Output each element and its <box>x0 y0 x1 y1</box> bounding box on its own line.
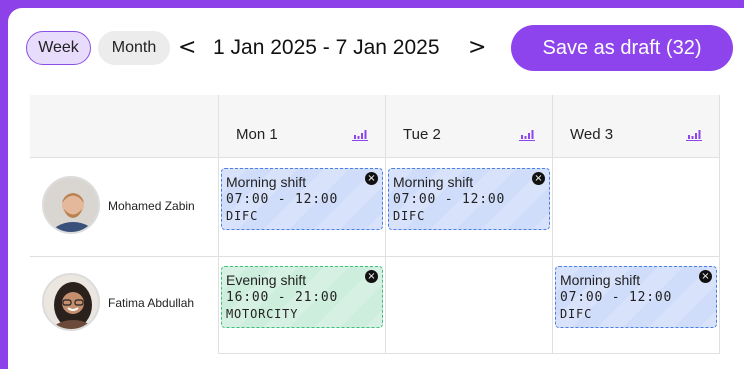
shift-hours: 07:00 - 12:00 <box>393 192 506 207</box>
week-view-button[interactable]: Week <box>26 31 91 65</box>
bar-chart-icon[interactable] <box>686 129 702 141</box>
avatar <box>42 176 100 234</box>
shift-card[interactable]: Morning shift 07:00 - 12:00 DIFC × <box>555 266 717 328</box>
schedule-grid: Mon 1 Tue 2 Wed 3 Mohamed Zabin Fatima A… <box>30 95 720 354</box>
day-header-wed: Wed 3 <box>570 126 614 143</box>
shift-hours: 07:00 - 12:00 <box>560 290 673 305</box>
grid-divider <box>552 95 553 354</box>
shift-hours: 16:00 - 21:00 <box>226 290 339 305</box>
shift-location: MOTORCITY <box>226 307 299 321</box>
employee-row: Mohamed Zabin <box>30 158 218 256</box>
shift-title: Evening shift <box>226 272 307 288</box>
month-view-button[interactable]: Month <box>98 31 170 65</box>
grid-header <box>30 95 720 158</box>
bar-chart-icon[interactable] <box>519 129 535 141</box>
close-icon[interactable]: × <box>532 172 545 185</box>
bar-chart-icon[interactable] <box>352 129 368 141</box>
shift-title: Morning shift <box>393 174 474 190</box>
close-icon[interactable]: × <box>365 270 378 283</box>
shift-location: DIFC <box>226 209 259 223</box>
date-range: 1 Jan 2025 - 7 Jan 2025 <box>213 36 440 59</box>
scheduler-card: Week Month < 1 Jan 2025 - 7 Jan 2025 > S… <box>8 8 744 369</box>
employee-row: Fatima Abdullah <box>30 256 218 354</box>
chevron-right-icon[interactable]: > <box>468 35 486 61</box>
shift-card[interactable]: Morning shift 07:00 - 12:00 DIFC × <box>388 168 550 230</box>
shift-card[interactable]: Evening shift 16:00 - 21:00 MOTORCITY × <box>221 266 383 328</box>
grid-divider <box>385 95 386 354</box>
day-header-tue: Tue 2 <box>403 126 441 143</box>
shift-title: Morning shift <box>560 272 641 288</box>
grid-divider <box>719 95 720 354</box>
save-draft-button[interactable]: Save as draft (32) <box>511 25 733 71</box>
shift-title: Morning shift <box>226 174 307 190</box>
shift-location: DIFC <box>393 209 426 223</box>
shift-hours: 07:00 - 12:00 <box>226 192 339 207</box>
close-icon[interactable]: × <box>699 270 712 283</box>
shift-location: DIFC <box>560 307 593 321</box>
grid-divider <box>218 95 219 354</box>
day-header-mon: Mon 1 <box>236 126 278 143</box>
avatar <box>42 273 100 331</box>
shift-card[interactable]: Morning shift 07:00 - 12:00 DIFC × <box>221 168 383 230</box>
chevron-left-icon[interactable]: < <box>178 35 196 61</box>
employee-name: Fatima Abdullah <box>108 296 195 310</box>
employee-name: Mohamed Zabin <box>108 199 195 213</box>
close-icon[interactable]: × <box>365 172 378 185</box>
grid-divider <box>218 353 720 354</box>
